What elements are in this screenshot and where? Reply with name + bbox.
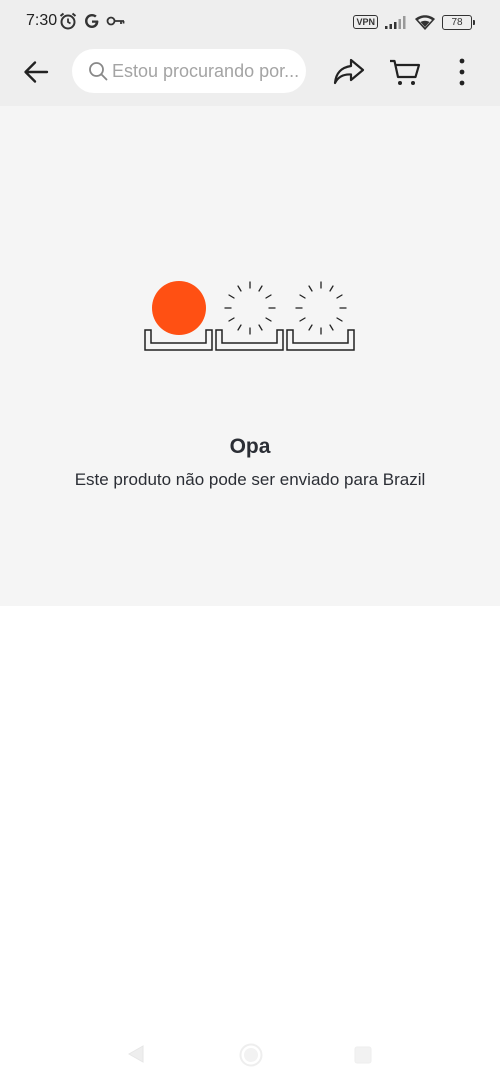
more-vertical-icon [459,58,465,86]
search-input[interactable]: Estou procurando por... [72,49,306,93]
signal-icon [385,16,406,29]
status-icons-right: VPN 78 [353,11,475,33]
share-button[interactable] [332,56,366,88]
nav-back-icon[interactable] [127,1044,145,1064]
more-options-button[interactable] [446,56,478,88]
google-icon [85,14,99,28]
error-title: Opa [229,435,271,458]
cart-icon [390,59,421,85]
error-message: Este produto não pode ser enviado para B… [74,470,426,489]
top-toolbar: Estou procurando por... [0,42,500,106]
battery-icon: 78 [442,14,475,30]
search-placeholder: Estou procurando por... [112,61,300,81]
status-icons-left [58,10,126,32]
alarm-icon [59,12,77,30]
error-illustration [144,281,355,351]
system-nav-bar [0,1036,500,1076]
arrow-left-icon [24,61,49,83]
status-bar: 7:30 VPN 78 [0,0,500,42]
cart-button[interactable] [388,56,422,88]
orange-ball [152,281,206,335]
nav-recent-icon[interactable] [354,1046,372,1064]
vpn-badge: VPN [353,15,378,29]
share-icon [333,58,365,85]
search-icon [89,62,108,81]
back-button[interactable] [20,56,52,88]
status-time: 7:30 [26,12,58,29]
nav-home-icon[interactable] [239,1043,263,1067]
wifi-icon [415,14,435,30]
error-panel: Opa Este produto não pode ser enviado pa… [0,106,500,606]
key-icon [106,16,125,26]
